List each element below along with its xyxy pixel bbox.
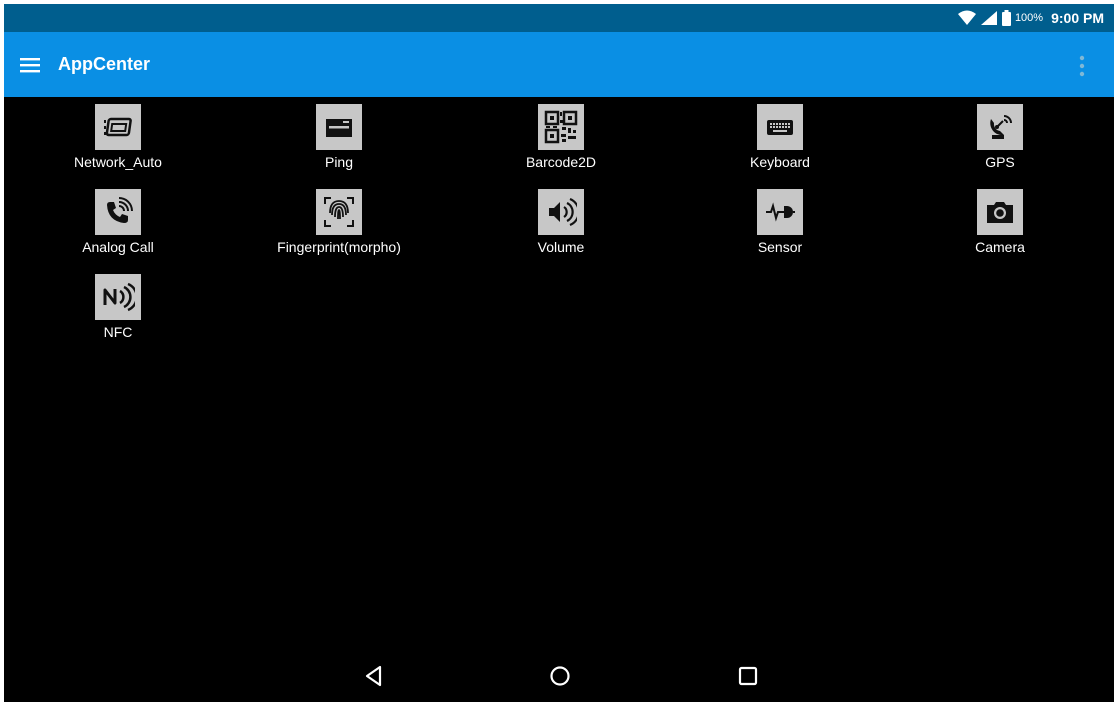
app-tile-nfc[interactable]: NFC xyxy=(18,274,218,354)
keyboard-icon xyxy=(757,104,803,150)
volume-icon xyxy=(538,189,584,235)
app-title: AppCenter xyxy=(58,54,151,74)
home-icon[interactable] xyxy=(546,662,574,690)
app-tile-gps[interactable]: GPS xyxy=(900,104,1100,184)
app-tile-volume[interactable]: Volume xyxy=(461,189,661,269)
camera-icon xyxy=(977,189,1023,235)
app-tile-network-auto[interactable]: Network_Auto xyxy=(18,104,218,184)
app-tile-barcode2d[interactable]: Barcode2D xyxy=(461,104,661,184)
hamburger-menu-icon[interactable] xyxy=(18,53,42,77)
qr-code-icon xyxy=(538,104,584,150)
clock: 9:00 PM xyxy=(1051,10,1104,26)
wifi-icon xyxy=(957,10,976,25)
app-tile-camera[interactable]: Camera xyxy=(900,189,1100,269)
app-tile-keyboard[interactable]: Keyboard xyxy=(680,104,880,184)
gps-satellite-icon xyxy=(977,104,1023,150)
app-label: Network_Auto xyxy=(74,154,162,170)
cell-signal-icon xyxy=(980,11,997,25)
app-tile-sensor[interactable]: Sensor xyxy=(680,189,880,269)
app-label: Keyboard xyxy=(750,154,810,170)
navigation-bar xyxy=(4,650,1114,702)
recent-apps-icon[interactable] xyxy=(734,662,762,690)
device-screen: 100% 9:00 PM AppCenter Network_Auto Ping… xyxy=(4,4,1114,702)
phone-call-icon xyxy=(95,189,141,235)
nfc-icon xyxy=(95,274,141,320)
ping-icon xyxy=(316,104,362,150)
app-label: NFC xyxy=(103,324,133,340)
fingerprint-icon xyxy=(316,189,362,235)
status-bar: 100% 9:00 PM xyxy=(4,4,1114,32)
status-icons: 100% 9:00 PM xyxy=(957,4,1104,32)
app-label: Barcode2D xyxy=(525,154,597,170)
back-icon[interactable] xyxy=(360,662,388,690)
app-tile-fingerprint[interactable]: Fingerprint(morpho) xyxy=(239,189,439,269)
app-label: Camera xyxy=(975,239,1025,255)
overflow-menu-icon[interactable] xyxy=(1078,54,1086,78)
app-label: Volume xyxy=(537,239,585,255)
app-label: GPS xyxy=(985,154,1015,170)
app-label: Analog Call xyxy=(82,239,154,255)
battery-icon xyxy=(1001,10,1011,26)
app-label: Sensor xyxy=(757,239,803,255)
app-label: Ping xyxy=(324,154,354,170)
app-tile-ping[interactable]: Ping xyxy=(239,104,439,184)
app-label: Fingerprint(morpho) xyxy=(277,239,401,255)
sensor-icon xyxy=(757,189,803,235)
app-bar: AppCenter xyxy=(4,32,1114,97)
app-tile-analog-call[interactable]: Analog Call xyxy=(18,189,218,269)
network-auto-icon xyxy=(95,104,141,150)
battery-percent: 100% xyxy=(1014,12,1044,24)
